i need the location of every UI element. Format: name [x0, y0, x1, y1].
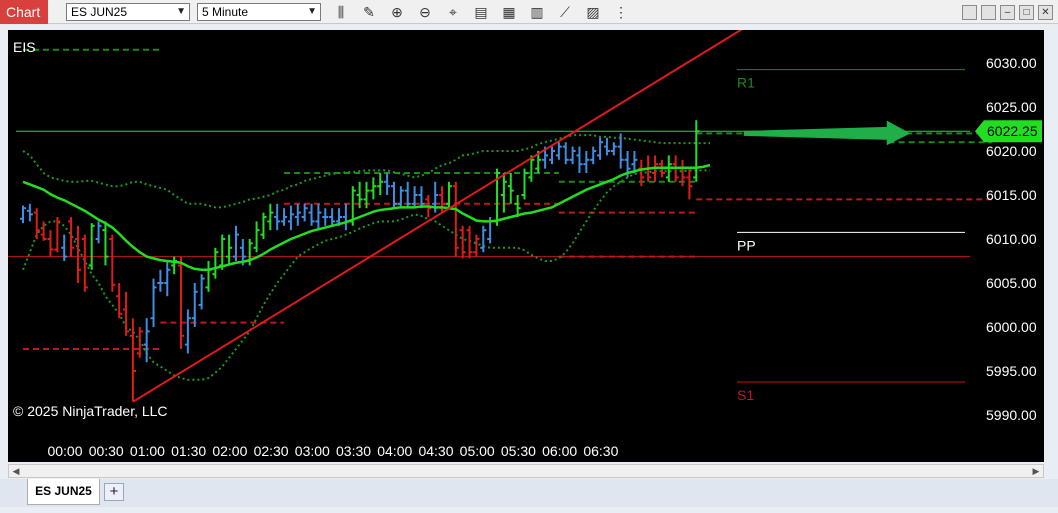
chart-window: Chart ES JUN25 ▼ 5 Minute ▼ ⫼ ✎ ⊕ ⊖ ⌖ ▤ … [0, 0, 1058, 513]
price-tag-label: 6022.25 [987, 123, 1038, 139]
properties-icon[interactable]: ⟋ [556, 3, 574, 21]
y-tick-label: 6030.00 [986, 55, 1037, 71]
pp-label: PP [737, 237, 756, 253]
data-box-icon[interactable]: ▤ [472, 3, 490, 21]
chart-background [8, 30, 1044, 462]
x-tick-label: 04:00 [377, 443, 412, 459]
tile-icon[interactable] [962, 5, 977, 20]
x-tick-label: 03:30 [336, 443, 371, 459]
tab-strip: ES JUN25 + [0, 479, 1058, 507]
crosshair-icon[interactable]: ⌖ [444, 3, 462, 21]
x-tick-label: 01:30 [171, 443, 206, 459]
draw-pencil-icon[interactable]: ✎ [360, 3, 378, 21]
maximize-icon[interactable]: □ [1019, 5, 1034, 20]
x-tick-label: 00:00 [47, 443, 82, 459]
x-tick-label: 02:00 [212, 443, 247, 459]
x-tick-label: 02:30 [254, 443, 289, 459]
y-tick-label: 6010.00 [986, 231, 1037, 247]
instrument-value: ES JUN25 [71, 5, 128, 19]
zoom-in-icon[interactable]: ⊕ [388, 3, 406, 21]
y-tick-label: 5990.00 [986, 407, 1037, 423]
y-tick-label: 6025.00 [986, 99, 1037, 115]
x-tick-label: 06:30 [583, 443, 618, 459]
indicators-icon[interactable]: ▦ [500, 3, 518, 21]
s1-label: S1 [737, 387, 754, 403]
close-icon[interactable]: ✕ [1038, 5, 1053, 20]
chart-menu-button[interactable]: Chart [0, 0, 48, 24]
add-tab-button[interactable]: + [104, 483, 124, 501]
interval-selector[interactable]: 5 Minute ▼ [197, 3, 321, 21]
chevron-down-icon: ▼ [176, 6, 186, 17]
x-tick-label: 00:30 [89, 443, 124, 459]
toolbar: Chart ES JUN25 ▼ 5 Minute ▼ ⫼ ✎ ⊕ ⊖ ⌖ ▤ … [0, 0, 1058, 24]
horizontal-scrollbar[interactable]: ◀ ▶ [8, 464, 1044, 478]
y-tick-label: 6005.00 [986, 275, 1037, 291]
scroll-left-icon[interactable]: ◀ [9, 465, 23, 477]
x-tick-label: 04:30 [418, 443, 453, 459]
interval-value: 5 Minute [202, 5, 249, 19]
r1-label: R1 [737, 75, 755, 91]
chart-panel[interactable]: 6030.00 6025.00 6020.00 6015.00 6010.00 6005.… [8, 30, 1044, 462]
y-tick-label: 6000.00 [986, 319, 1037, 335]
x-tick-label: 05:30 [501, 443, 536, 459]
bars-type-icon[interactable]: ⫼ [332, 3, 350, 21]
more-icon[interactable]: ⋮ [612, 3, 630, 21]
tab-es-jun25[interactable]: ES JUN25 [27, 479, 100, 505]
y-tick-label: 6020.00 [986, 143, 1037, 159]
x-tick-label: 01:00 [130, 443, 165, 459]
copyright-label: © 2025 NinjaTrader, LLC [13, 403, 168, 419]
templates-icon[interactable]: ▨ [584, 3, 602, 21]
y-tick-label: 6015.00 [986, 187, 1037, 203]
chevron-down-icon: ▼ [307, 6, 317, 17]
y-tick-label: 5995.00 [986, 363, 1037, 379]
x-tick-label: 03:00 [295, 443, 330, 459]
price-chart[interactable]: 6030.00 6025.00 6020.00 6015.00 6010.00 6005.… [8, 30, 1044, 462]
minimize-icon[interactable]: – [1000, 5, 1015, 20]
strategies-icon[interactable]: ▥ [528, 3, 546, 21]
instrument-selector[interactable]: ES JUN25 ▼ [66, 3, 190, 21]
zoom-out-icon[interactable]: ⊖ [416, 3, 434, 21]
x-tick-label: 05:00 [460, 443, 495, 459]
x-tick-label: 06:00 [542, 443, 577, 459]
snap-icon[interactable] [981, 5, 996, 20]
indicator-label: EIS [13, 39, 36, 55]
scroll-right-icon[interactable]: ▶ [1029, 465, 1043, 477]
